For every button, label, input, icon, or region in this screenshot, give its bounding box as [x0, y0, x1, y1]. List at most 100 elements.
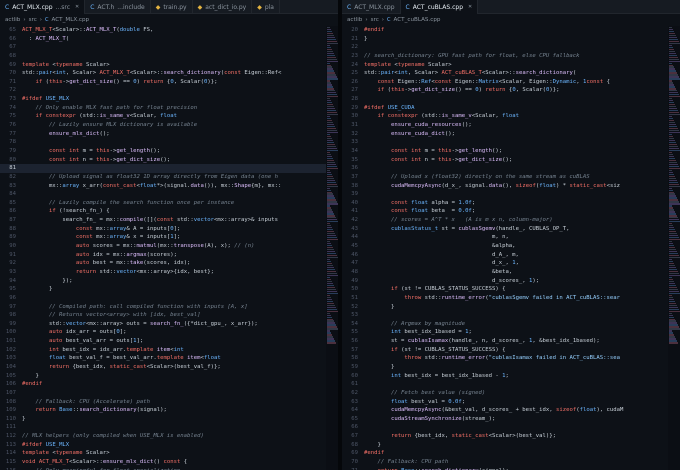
code-line[interactable]: 42 // scores = A^T * x (A is m x n, colu… — [342, 216, 668, 225]
close-icon[interactable]: ✕ — [75, 4, 79, 10]
code-line[interactable]: 39 — [342, 190, 668, 199]
code-line[interactable]: 53 — [342, 311, 668, 320]
code-line[interactable]: 44 m, n, — [342, 233, 668, 242]
code-line[interactable]: 46 d_A_, m, — [342, 251, 668, 260]
code-line[interactable]: 25 std::pair<int, Scalar> ACT_cuBLAS_T<Sc… — [342, 69, 668, 78]
code-line[interactable]: 71 if (this->get_dict_size() == 0) retur… — [0, 78, 326, 87]
code-line[interactable]: 55 int best_idx_1based = 1; — [342, 328, 668, 337]
code-line[interactable]: 63 float best_val = 0.0f; — [342, 398, 668, 407]
breadcrumb-item[interactable]: ACT_cuBLAS.cpp — [394, 17, 441, 23]
tab-act-cublas-cpp[interactable]: C ACT_cuBLAS.cpp ✕ — [400, 0, 479, 14]
code-line[interactable]: 69 #endif — [342, 449, 668, 458]
code-line[interactable]: 68 — [0, 52, 326, 61]
code-line[interactable]: 79 const int m = this->get_length(); — [0, 147, 326, 156]
code-line[interactable]: 77 ensure_mlx_dict(); — [0, 130, 326, 139]
code-line[interactable]: 80 const int n = this->get_dict_size(); — [0, 156, 326, 165]
code-line[interactable]: 38 cudaMemcpyAsync(d_x_, signal.data(), … — [342, 182, 668, 191]
code-line[interactable]: 59 } — [342, 363, 668, 372]
tab-act-mlx-cpp[interactable]: C ACT_MLX.cpp ...src ✕ — [0, 0, 86, 14]
code-line[interactable]: 94 }); — [0, 277, 326, 286]
code-line[interactable]: 20 #endif — [342, 26, 668, 35]
code-line[interactable]: 41 const float beta = 0.0f; — [342, 207, 668, 216]
code-line[interactable]: 65 ACT_MLX_T<Scalar>::ACT_MLX_T(double FS… — [0, 26, 326, 35]
code-line[interactable]: 35 const int n = this->get_dict_size(); — [342, 156, 668, 165]
code-line[interactable]: 56 st = cublasIsamax(handle_, n, d_score… — [342, 337, 668, 346]
code-line[interactable]: 76 // Lazily ensure MLX dictionary is av… — [0, 121, 326, 130]
tab-act-mlx-cpp[interactable]: C ACT_MLX.cpp — [342, 0, 401, 14]
code-line[interactable]: 102 int best_idx = idx_arr.template item… — [0, 346, 326, 355]
code-line[interactable]: 68 } — [342, 441, 668, 450]
code-line[interactable]: 81 — [0, 164, 326, 173]
code-line[interactable]: 67 — [0, 43, 326, 52]
breadcrumb-item[interactable]: src — [29, 17, 37, 23]
code-line[interactable]: 104 return {best_idx, static_cast<Scalar… — [0, 363, 326, 372]
code-line[interactable]: 101 auto best_val_arr = outs[1]; — [0, 337, 326, 346]
code-line[interactable]: 51 throw std::runtime_error("cublasSgemv… — [342, 294, 668, 303]
code-line[interactable]: 28 — [342, 95, 668, 104]
code-line[interactable]: 43 cublasStatus_t st = cublasSgemv(handl… — [342, 225, 668, 234]
tab-pla[interactable]: ◆ pla — [252, 0, 280, 14]
code-line[interactable]: 27 if (this->get_dict_size() == 0) retur… — [342, 86, 668, 95]
code-line[interactable]: 100 auto idx_arr = outs[0]; — [0, 328, 326, 337]
code-line[interactable]: 62 // Fetch best value (signed) — [342, 389, 668, 398]
minimap[interactable] — [668, 26, 680, 470]
minimap[interactable] — [326, 26, 338, 470]
code-line[interactable]: 86 if (!search_fn_) { — [0, 207, 326, 216]
code-line[interactable]: 72 — [0, 86, 326, 95]
code-line[interactable]: 61 — [342, 380, 668, 389]
code-line[interactable]: 96 — [0, 294, 326, 303]
code-line[interactable]: 21} — [342, 35, 668, 44]
code-line[interactable]: 107 — [0, 389, 326, 398]
code-line[interactable]: 85 // Lazily compile the search function… — [0, 199, 326, 208]
code-line[interactable]: 22 — [342, 43, 668, 52]
code-line[interactable]: 32 ensure_cuda_dict(); — [342, 130, 668, 139]
code-line[interactable]: 114 template <typename Scalar> — [0, 449, 326, 458]
code-line[interactable]: 88 const mx::array& A = inputs[0]; — [0, 225, 326, 234]
code-line[interactable]: 29 #ifdef USE_CUDA — [342, 104, 668, 113]
breadcrumb-item[interactable]: actlib — [347, 17, 362, 23]
code-line[interactable]: 70 // Fallback: CPU path — [342, 458, 668, 467]
code-line[interactable]: 70 std::pair<int, Scalar> ACT_MLX_T<Scala… — [0, 69, 326, 78]
code-line[interactable]: 54 // Argmax by magnitude — [342, 320, 668, 329]
code-line[interactable]: 31 ensure_cuda_resources(); — [342, 121, 668, 130]
code-line[interactable]: 113 #ifdef USE_MLX — [0, 441, 326, 450]
code-line[interactable]: 33 — [342, 138, 668, 147]
code-editor[interactable]: 20 #endif 21} 22 23// search_dictionary: GPU… — [342, 26, 668, 470]
code-line[interactable]: 60 int best_idx = best_idx_1based - 1; — [342, 372, 668, 381]
code-line[interactable]: 74 // Only enable MLX fast path for floa… — [0, 104, 326, 113]
close-icon[interactable]: ✕ — [468, 4, 472, 10]
code-line[interactable]: 67 return {best_idx, static_cast<Scalar>… — [342, 432, 668, 441]
code-line[interactable]: 75 if constexpr (std::is_same_v<Scalar, … — [0, 112, 326, 121]
code-line[interactable]: 97 // Compiled path: call compiled funct… — [0, 303, 326, 312]
code-line[interactable]: 30 if constexpr (std::is_same_v<Scalar, … — [342, 112, 668, 121]
code-line[interactable]: 108 // Fallback: CPU (Accelerate) path — [0, 398, 326, 407]
code-line[interactable]: 105 } — [0, 372, 326, 381]
code-line[interactable]: 48 &beta, — [342, 268, 668, 277]
code-line[interactable]: 91 auto idx = mx::argmax(scores); — [0, 251, 326, 260]
code-line[interactable]: 115 void ACT_MLX_T<Scalar>::ensure_mlx_di… — [0, 458, 326, 467]
code-line[interactable]: 78 — [0, 138, 326, 147]
code-line[interactable]: 64 cudaMemcpyAsync(&best_val, d_scores_ … — [342, 406, 668, 415]
code-line[interactable]: 50 if (st != CUBLAS_STATUS_SUCCESS) { — [342, 285, 668, 294]
code-line[interactable]: 26 const Eigen::Ref<const Eigen::Matrix<… — [342, 78, 668, 87]
code-line[interactable]: 37 // Upload x (float32) directly on the… — [342, 173, 668, 182]
code-line[interactable]: 111 — [0, 423, 326, 432]
code-line[interactable]: 52 } — [342, 303, 668, 312]
code-line[interactable]: 90 auto scores = mx::matmul(mx::transpos… — [0, 242, 326, 251]
code-line[interactable]: 57 if (st != CUBLAS_STATUS_SUCCESS) { — [342, 346, 668, 355]
code-line[interactable]: 109 return Base::search_dictionary(signa… — [0, 406, 326, 415]
breadcrumb-item[interactable]: ACT_MLX.cpp — [52, 17, 90, 23]
code-line[interactable]: 23 // search_dictionary: GPU fast path fo… — [342, 52, 668, 61]
code-line[interactable]: 103 float best_val_f = best_val_arr.temp… — [0, 354, 326, 363]
code-line[interactable]: 47 d_x_, 1, — [342, 259, 668, 268]
code-line[interactable]: 98 // Returns vector<array> with [idx, b… — [0, 311, 326, 320]
code-line[interactable]: 83 mx::array x_arr(const_cast<float*>(si… — [0, 182, 326, 191]
code-line[interactable]: 45 &alpha, — [342, 242, 668, 251]
tab-train-py[interactable]: ◆ train.py — [151, 0, 193, 14]
code-line[interactable]: 95 } — [0, 285, 326, 294]
tab-act-dict-io-py[interactable]: ◆ act_dict_io.py — [193, 0, 253, 14]
editor-pane-right[interactable]: C ACT_MLX.cpp C ACT_cuBLAS.cpp ✕ actlib › src ›… — [342, 0, 680, 470]
code-line[interactable]: 93 return std::vector<mx::array>{idx, be… — [0, 268, 326, 277]
code-line[interactable]: 110} — [0, 415, 326, 424]
code-line[interactable]: 66 — [342, 423, 668, 432]
